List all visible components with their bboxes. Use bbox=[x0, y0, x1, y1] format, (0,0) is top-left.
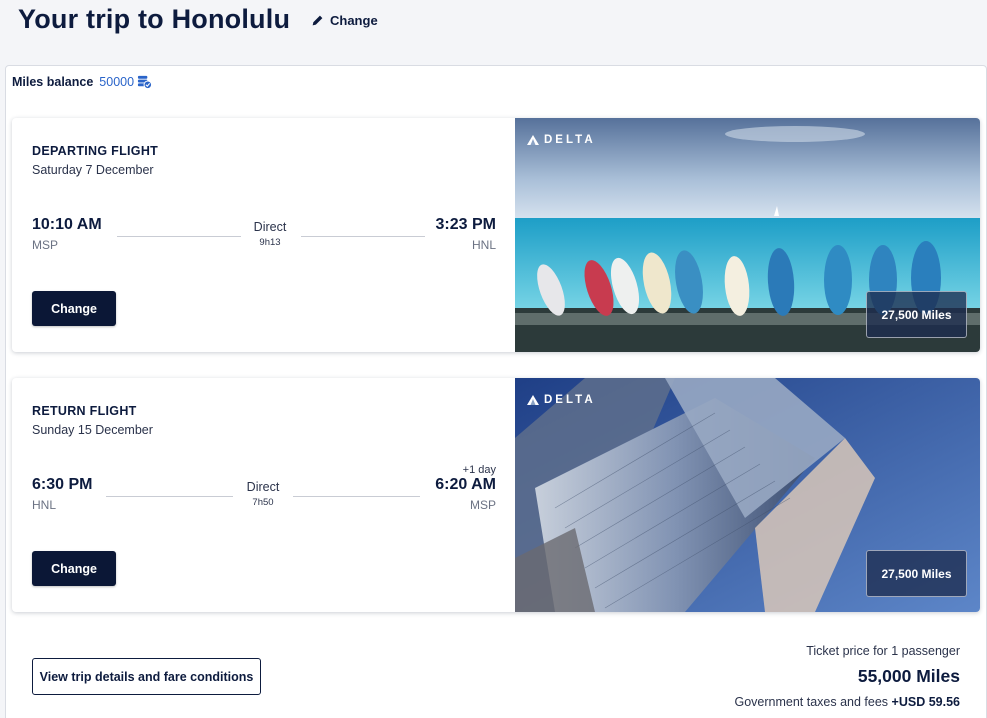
miles-balance-label: Miles balance bbox=[12, 74, 94, 89]
change-trip-label: Change bbox=[330, 13, 378, 28]
return-flight-card: RETURN FLIGHT Sunday 15 December 6:30 PM… bbox=[12, 378, 980, 612]
miles-balance: Miles balance 50000 bbox=[12, 74, 153, 89]
flight-kind: RETURN FLIGHT bbox=[32, 404, 137, 418]
page-title: Your trip to Honolulu bbox=[18, 4, 291, 34]
departure-time: 6:30 PM bbox=[32, 476, 93, 493]
airline-name: DELTA bbox=[544, 134, 596, 146]
arrival-time: 6:20 AM bbox=[435, 476, 496, 493]
delta-logo-icon bbox=[527, 395, 539, 405]
miles-balance-value: 50000 bbox=[99, 74, 135, 89]
taxes-label: Government taxes and fees bbox=[734, 695, 889, 709]
flight-price-badge: 27,500 Miles bbox=[866, 291, 967, 338]
destination-photo: DELTA 27,500 Miles bbox=[515, 118, 980, 352]
destination-photo: DELTA 27,500 Miles bbox=[515, 378, 980, 612]
flight-price-badge: 27,500 Miles bbox=[866, 550, 967, 597]
flight-duration: 7h50 bbox=[252, 497, 274, 508]
flight-date: Sunday 15 December bbox=[32, 423, 153, 437]
departure-airport: MSP bbox=[32, 238, 59, 252]
taxes-line: Government taxes and fees +USD 59.56 bbox=[735, 695, 961, 709]
arrival-time: 3:23 PM bbox=[435, 216, 496, 233]
arrival-airport: MSP bbox=[469, 498, 496, 512]
taxes-value: +USD 59.56 bbox=[891, 695, 960, 709]
change-flight-button[interactable]: Change bbox=[32, 291, 116, 326]
flight-date: Saturday 7 December bbox=[32, 163, 154, 177]
route-line bbox=[301, 236, 425, 237]
delta-logo: DELTA bbox=[527, 134, 596, 146]
miles-icon bbox=[138, 75, 153, 89]
departure-time: 10:10 AM bbox=[32, 216, 102, 233]
route-line bbox=[293, 496, 420, 497]
price-caption: Ticket price for 1 passenger bbox=[806, 644, 960, 658]
delta-logo-icon bbox=[527, 135, 539, 145]
stops-label: Direct bbox=[246, 480, 280, 494]
trip-details-button[interactable]: View trip details and fare conditions bbox=[32, 658, 261, 695]
delta-logo: DELTA bbox=[527, 394, 596, 406]
change-flight-button[interactable]: Change bbox=[32, 551, 116, 586]
change-trip-button[interactable]: Change bbox=[311, 13, 378, 28]
flight-duration: 9h13 bbox=[259, 237, 281, 248]
flight-kind: DEPARTING FLIGHT bbox=[32, 144, 159, 158]
day-offset: +1 day bbox=[462, 464, 496, 476]
arrival-airport: HNL bbox=[471, 238, 496, 252]
pencil-icon bbox=[312, 15, 323, 26]
airline-name: DELTA bbox=[544, 394, 596, 406]
price-summary: Ticket price for 1 passenger 55,000 Mile… bbox=[735, 644, 961, 709]
departure-airport: HNL bbox=[32, 498, 57, 512]
route-line bbox=[106, 496, 233, 497]
total-miles: 55,000 Miles bbox=[857, 666, 960, 686]
stops-label: Direct bbox=[253, 220, 287, 234]
route-line bbox=[117, 236, 241, 237]
departing-flight-card: DEPARTING FLIGHT Saturday 7 December 10:… bbox=[12, 118, 980, 352]
trip-panel: Miles balance 50000 DEPARTING FLIGHT Sat… bbox=[5, 65, 987, 718]
